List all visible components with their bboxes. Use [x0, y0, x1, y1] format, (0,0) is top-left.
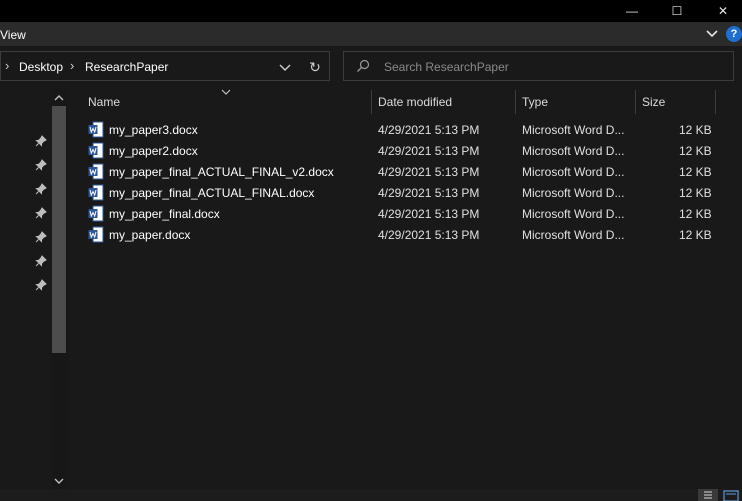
close-button[interactable]: ✕: [700, 0, 742, 22]
word-document-icon: [88, 121, 104, 138]
file-size: 12 KB: [679, 186, 712, 200]
file-type: Microsoft Word D...: [522, 186, 625, 200]
file-row[interactable]: my_paper_final.docx 4/29/2021 5:13 PM Mi…: [86, 204, 722, 225]
word-document-icon: [88, 184, 104, 201]
file-name: my_paper3.docx: [109, 123, 198, 137]
file-row[interactable]: my_paper3.docx 4/29/2021 5:13 PM Microso…: [86, 120, 722, 141]
pin-icon[interactable]: [34, 158, 48, 172]
file-date: 4/29/2021 5:13 PM: [378, 165, 480, 179]
word-document-icon: [88, 142, 104, 159]
minimize-icon: —: [626, 4, 638, 18]
file-row[interactable]: my_paper2.docx 4/29/2021 5:13 PM Microso…: [86, 141, 722, 162]
status-bar: [0, 489, 742, 501]
pin-icon[interactable]: [34, 182, 48, 196]
ribbon-bar: [0, 22, 742, 46]
scroll-up-arrow-icon[interactable]: [52, 91, 66, 105]
pin-icon[interactable]: [34, 278, 48, 292]
address-dropdown-chevron-icon[interactable]: [278, 60, 292, 74]
column-header-type[interactable]: Type: [522, 95, 548, 109]
pin-icon[interactable]: [34, 206, 48, 220]
word-document-icon: [88, 226, 104, 243]
refresh-icon: ↻: [309, 58, 321, 75]
file-date: 4/29/2021 5:13 PM: [378, 207, 480, 221]
file-name: my_paper_final.docx: [109, 207, 220, 221]
file-size: 12 KB: [679, 165, 712, 179]
file-name: my_paper_final_ACTUAL_FINAL_v2.docx: [109, 165, 334, 179]
breadcrumb-separator-icon: ›: [5, 58, 10, 73]
file-name: my_paper_final_ACTUAL_FINAL.docx: [109, 186, 315, 200]
file-date: 4/29/2021 5:13 PM: [378, 144, 480, 158]
expand-ribbon-chevron-icon[interactable]: [704, 26, 720, 42]
column-header-name[interactable]: Name: [88, 95, 120, 109]
file-date: 4/29/2021 5:13 PM: [378, 123, 480, 137]
tab-view[interactable]: View: [0, 28, 26, 42]
help-button[interactable]: ?: [726, 26, 742, 42]
large-icons-view-icon[interactable]: [721, 489, 741, 501]
file-row[interactable]: my_paper_final_ACTUAL_FINAL.docx 4/29/20…: [86, 183, 722, 204]
column-divider[interactable]: [515, 90, 516, 114]
column-divider[interactable]: [371, 90, 372, 114]
search-input[interactable]: Search ResearchPaper: [384, 60, 509, 74]
file-type: Microsoft Word D...: [522, 165, 625, 179]
file-type: Microsoft Word D...: [522, 144, 625, 158]
breadcrumb-researchpaper[interactable]: ResearchPaper: [85, 60, 168, 74]
file-size: 12 KB: [679, 228, 712, 242]
file-type: Microsoft Word D...: [522, 207, 625, 221]
file-row[interactable]: my_paper_final_ACTUAL_FINAL_v2.docx 4/29…: [86, 162, 722, 183]
file-type: Microsoft Word D...: [522, 123, 625, 137]
file-size: 12 KB: [679, 207, 712, 221]
word-document-icon: [88, 205, 104, 222]
column-header-size[interactable]: Size: [642, 95, 665, 109]
column-header-date-modified[interactable]: Date modified: [378, 95, 452, 109]
column-divider[interactable]: [635, 90, 636, 114]
file-name: my_paper.docx: [109, 228, 191, 242]
scroll-down-arrow-icon[interactable]: [52, 474, 66, 488]
file-name: my_paper2.docx: [109, 144, 198, 158]
file-size: 12 KB: [679, 144, 712, 158]
breadcrumb-separator-icon[interactable]: ›: [70, 58, 74, 73]
breadcrumb-desktop[interactable]: Desktop: [19, 60, 63, 74]
file-date: 4/29/2021 5:13 PM: [378, 186, 480, 200]
minimize-button[interactable]: —: [609, 0, 655, 22]
file-type: Microsoft Word D...: [522, 228, 625, 242]
pin-icon[interactable]: [34, 134, 48, 148]
pin-icon[interactable]: [34, 230, 48, 244]
maximize-icon: ☐: [671, 4, 683, 18]
search-icon: [357, 59, 370, 72]
file-row[interactable]: my_paper.docx 4/29/2021 5:13 PM Microsof…: [86, 225, 722, 246]
help-icon: ?: [730, 28, 738, 40]
details-view-icon[interactable]: [698, 489, 718, 501]
file-size: 12 KB: [679, 123, 712, 137]
refresh-button[interactable]: ↻: [306, 58, 324, 76]
close-icon: ✕: [717, 4, 729, 18]
file-date: 4/29/2021 5:13 PM: [378, 228, 480, 242]
pin-icon[interactable]: [34, 254, 48, 268]
word-document-icon: [88, 163, 104, 180]
sort-indicator-icon: [221, 89, 231, 95]
column-divider[interactable]: [715, 90, 716, 114]
maximize-button[interactable]: ☐: [654, 0, 700, 22]
scrollbar-thumb[interactable]: [52, 106, 66, 353]
